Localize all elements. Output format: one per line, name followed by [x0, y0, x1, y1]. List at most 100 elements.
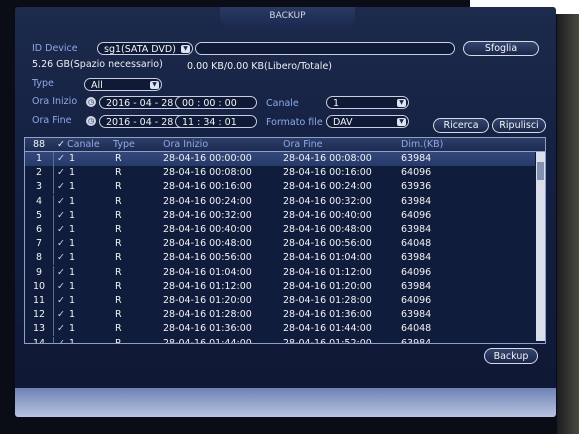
row-checkbox[interactable]: ✓	[57, 308, 65, 322]
row-end: 28-04-16 00:56:00	[283, 238, 372, 250]
table-row[interactable]: 6 ✓ 1 R 28-04-16 00:40:00 28-04-16 00:48:00 63…	[25, 223, 535, 237]
row-checkbox[interactable]: ✓	[57, 237, 65, 251]
chevron-down-icon: ▼	[181, 45, 190, 53]
table-row[interactable]: 1 ✓ 1 R 28-04-16 00:00:00 28-04-16 00:08:00 63…	[25, 152, 535, 166]
row-checkbox[interactable]: ✓	[57, 166, 65, 180]
table-scrollbar[interactable]	[536, 152, 545, 341]
start-time-field[interactable]: 00 : 00 : 00	[175, 96, 257, 109]
row-channel: 1	[69, 295, 76, 306]
row-channel: 1	[69, 224, 76, 235]
table-row[interactable]: 10 ✓ 1 R 28-04-16 01:12:00 28-04-16 01:20:00 6…	[25, 279, 535, 294]
end-date-field[interactable]: 2016 - 04 - 28	[99, 115, 187, 128]
channel-select[interactable]: 1 ▼	[326, 96, 409, 109]
row-checkbox[interactable]: ✓	[57, 180, 65, 194]
row-channel: 1	[69, 280, 76, 292]
header-start: Ora Inizio	[163, 139, 209, 150]
row-channel: 1	[69, 337, 76, 344]
row-checkbox[interactable]: ✓	[57, 337, 65, 343]
row-checkbox[interactable]: ✓	[57, 223, 65, 237]
row-number: 6	[25, 223, 54, 237]
select-all-checkbox[interactable]: ✓	[57, 138, 65, 151]
row-number: 2	[25, 166, 54, 181]
table-row[interactable]: 9 ✓ 1 R 28-04-16 01:04:00 28-04-16 01:12:00 64…	[25, 265, 535, 280]
calendar-icon[interactable]: ◷	[86, 97, 96, 107]
scrollbar-thumb[interactable]	[537, 162, 544, 180]
start-date-field[interactable]: 2016 - 04 - 28	[99, 96, 187, 109]
table-row[interactable]: 4 ✓ 1 R 28-04-16 00:24:00 28-04-16 00:32:00 63…	[25, 194, 535, 209]
row-size: 64048	[401, 238, 432, 250]
table-row[interactable]: 12 ✓ 1 R 28-04-16 01:28:00 28-04-16 01:36:00 6…	[25, 308, 535, 323]
row-size: 64096	[401, 295, 432, 306]
row-type: R	[115, 224, 122, 235]
record-count: 88	[32, 139, 46, 150]
table-row[interactable]: 8 ✓ 1 R 28-04-16 00:56:00 28-04-16 01:04:00 63…	[25, 251, 535, 266]
row-start: 28-04-16 00:56:00	[163, 252, 252, 264]
table-row[interactable]: 5 ✓ 1 R 28-04-16 00:32:00 28-04-16 00:40:00 64…	[25, 208, 535, 223]
row-type: R	[115, 195, 122, 207]
table-row[interactable]: 11 ✓ 1 R 28-04-16 01:20:00 28-04-16 01:28:00 6…	[25, 294, 535, 308]
row-channel: 1	[69, 181, 76, 193]
row-type: R	[115, 337, 122, 344]
row-end: 28-04-16 01:12:00	[283, 266, 372, 278]
table-row[interactable]: 2 ✓ 1 R 28-04-16 00:08:00 28-04-16 00:16:00 64…	[25, 166, 535, 181]
chevron-down-icon: ▼	[397, 99, 406, 107]
row-checkbox[interactable]: ✓	[57, 280, 65, 294]
row-start: 28-04-16 00:32:00	[163, 209, 252, 221]
table-row[interactable]: 14 ✓ 1 R 28-04-16 01:44:00 28-04-16 01:52:00 6…	[25, 336, 535, 344]
file-format-select[interactable]: DAV ▼	[326, 115, 409, 128]
row-start: 28-04-16 01:20:00	[163, 295, 252, 306]
device-value: sg1(SATA DVD)	[104, 44, 176, 55]
row-size: 63936	[401, 181, 432, 193]
table-row[interactable]: 7 ✓ 1 R 28-04-16 00:48:00 28-04-16 00:56:00 64…	[25, 237, 535, 252]
row-checkbox[interactable]: ✓	[57, 209, 65, 223]
window-title: BACKUP	[220, 7, 355, 27]
table-row[interactable]: 3 ✓ 1 R 28-04-16 00:16:00 28-04-16 00:24:00 63…	[25, 180, 535, 195]
row-channel: 1	[69, 323, 76, 335]
row-size: 64096	[401, 266, 432, 278]
row-start: 28-04-16 00:08:00	[163, 167, 252, 179]
row-end: 28-04-16 01:44:00	[283, 323, 372, 335]
row-end: 28-04-16 00:32:00	[283, 195, 372, 207]
type-select[interactable]: All ▼	[84, 78, 162, 91]
row-channel: 1	[69, 238, 76, 250]
row-number: 3	[25, 180, 54, 195]
end-time-field[interactable]: 11 : 34 : 01	[175, 115, 257, 128]
row-checkbox[interactable]: ✓	[57, 152, 65, 166]
row-checkbox[interactable]: ✓	[57, 251, 65, 265]
row-start: 28-04-16 00:48:00	[163, 238, 252, 250]
row-size: 64096	[401, 167, 432, 179]
row-end: 28-04-16 01:36:00	[283, 309, 372, 321]
row-channel: 1	[69, 266, 76, 278]
type-label: Type	[32, 78, 54, 89]
header-size: Dim.(KB)	[401, 139, 444, 150]
row-type: R	[115, 252, 122, 264]
channel-value: 1	[333, 98, 340, 109]
table-row[interactable]: 13 ✓ 1 R 28-04-16 01:36:00 28-04-16 01:44:00 6…	[25, 322, 535, 337]
row-checkbox[interactable]: ✓	[57, 195, 65, 209]
row-checkbox[interactable]: ✓	[57, 294, 65, 308]
row-channel: 1	[69, 195, 76, 207]
row-checkbox[interactable]: ✓	[57, 266, 65, 280]
row-size: 63984	[401, 195, 432, 207]
calendar-icon[interactable]: ◷	[86, 116, 96, 126]
device-select[interactable]: sg1(SATA DVD) ▼	[97, 42, 193, 55]
row-number: 5	[25, 208, 54, 223]
backup-button[interactable]: Backup	[484, 348, 538, 364]
row-number: 9	[25, 265, 54, 280]
chevron-down-icon: ▼	[150, 81, 159, 89]
free-total-text: 0.00 KB/0.00 KB(Libero/Totale)	[187, 61, 333, 72]
row-start: 28-04-16 00:16:00	[163, 181, 252, 193]
row-number: 1	[25, 152, 54, 166]
row-end: 28-04-16 01:52:00	[283, 337, 372, 344]
row-checkbox[interactable]: ✓	[57, 322, 65, 336]
row-number: 8	[25, 251, 54, 266]
row-end: 28-04-16 01:20:00	[283, 280, 372, 292]
row-number: 13	[25, 322, 54, 337]
search-button[interactable]: Ricerca	[433, 118, 489, 133]
row-size: 63984	[401, 280, 432, 292]
clear-button[interactable]: Ripulisci	[492, 118, 546, 133]
browse-button[interactable]: Sfoglia	[463, 41, 539, 56]
row-number: 10	[25, 279, 54, 294]
row-end: 28-04-16 00:48:00	[283, 224, 372, 235]
row-type: R	[115, 280, 122, 292]
